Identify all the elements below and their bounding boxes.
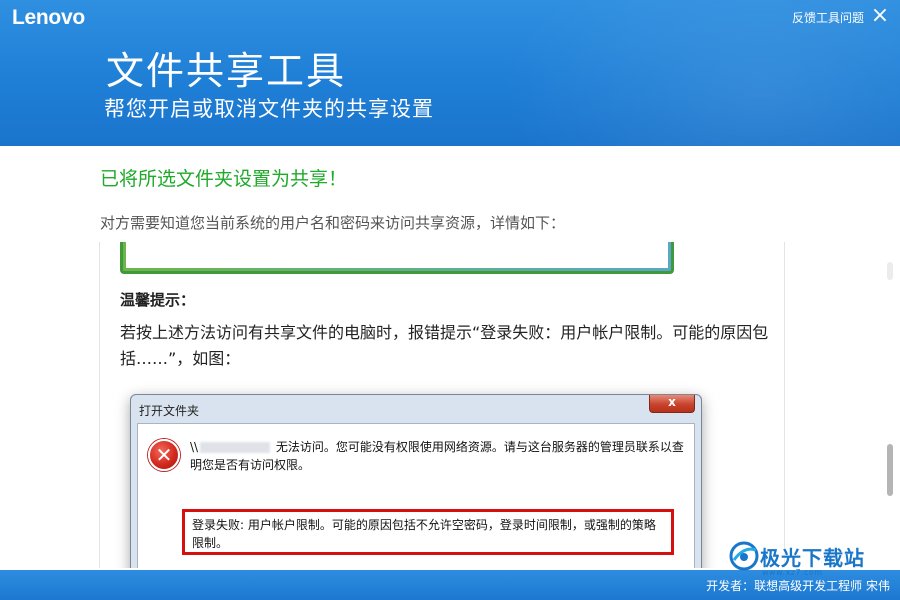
unc-prefix: \\ xyxy=(190,440,199,454)
scrollbar-track xyxy=(887,262,893,280)
site-watermark: 极光下载站 www.xz7.com xyxy=(728,536,900,582)
error-x-icon: ✕ xyxy=(148,439,180,471)
vertical-scrollbar[interactable] xyxy=(884,262,896,568)
tip-body-text: 若按上述方法访问有共享文件的电脑时，报错提示“登录失败：用户帐户限制。可能的原因… xyxy=(120,323,769,368)
dialog-body: ✕ \\ 无法访问。您可能没有权限使用网络资源。请与这台服务器的管理员联系以查明… xyxy=(137,423,695,568)
error-message: \\ 无法访问。您可能没有权限使用网络资源。请与这台服务器的管理员联系以查明您是… xyxy=(190,438,690,474)
details-scroll-panel[interactable]: 温馨提示： 若按上述方法访问有共享文件的电脑时，报错提示“登录失败：用户帐户限制… xyxy=(99,242,785,568)
tip-heading: 温馨提示： xyxy=(120,291,196,309)
scrollbar-thumb[interactable] xyxy=(887,444,893,496)
dialog-titlebar: 打开文件夹 xyxy=(131,395,701,423)
success-message: 已将所选文件夹设置为共享！ xyxy=(100,168,348,190)
header-banner: Lenovo 反馈工具问题 × 文件共享工具 帮您开启或取消文件夹的共享设置 xyxy=(0,0,900,146)
dialog-title: 打开文件夹 xyxy=(139,404,200,418)
watermark-logo-icon xyxy=(729,541,759,571)
close-icon[interactable]: × xyxy=(870,5,890,27)
error-detail-text: 登录失败: 用户帐户限制。可能的原因包括不允许空密码，登录时间限制，或强制的策略… xyxy=(192,518,656,550)
file-sharing-tool-window: Lenovo 反馈工具问题 × 文件共享工具 帮您开启或取消文件夹的共享设置 已… xyxy=(0,0,900,600)
error-detail-highlight-box: 登录失败: 用户帐户限制。可能的原因包括不允许空密码，登录时间限制，或强制的策略… xyxy=(182,509,674,555)
watermark-url: www.xz7.com xyxy=(762,568,823,577)
lenovo-logo: Lenovo xyxy=(12,6,85,29)
watermark-text: 极光下载站 xyxy=(760,546,865,570)
dialog-close-icon xyxy=(649,395,695,413)
previous-screenshot-image xyxy=(120,242,674,274)
description-text: 对方需要知道您当前系统的用户名和密码来访问共享资源，详情如下： xyxy=(100,214,566,232)
redacted-host xyxy=(200,442,271,453)
app-title: 文件共享工具 xyxy=(106,49,347,93)
feedback-link[interactable]: 反馈工具问题 xyxy=(792,9,864,26)
error-dialog-screenshot: 打开文件夹 ✕ \\ 无法访问。您可能没有权限使用网络资源。请与这台服务器的管理… xyxy=(130,394,702,568)
app-subtitle: 帮您开启或取消文件夹的共享设置 xyxy=(104,97,434,121)
